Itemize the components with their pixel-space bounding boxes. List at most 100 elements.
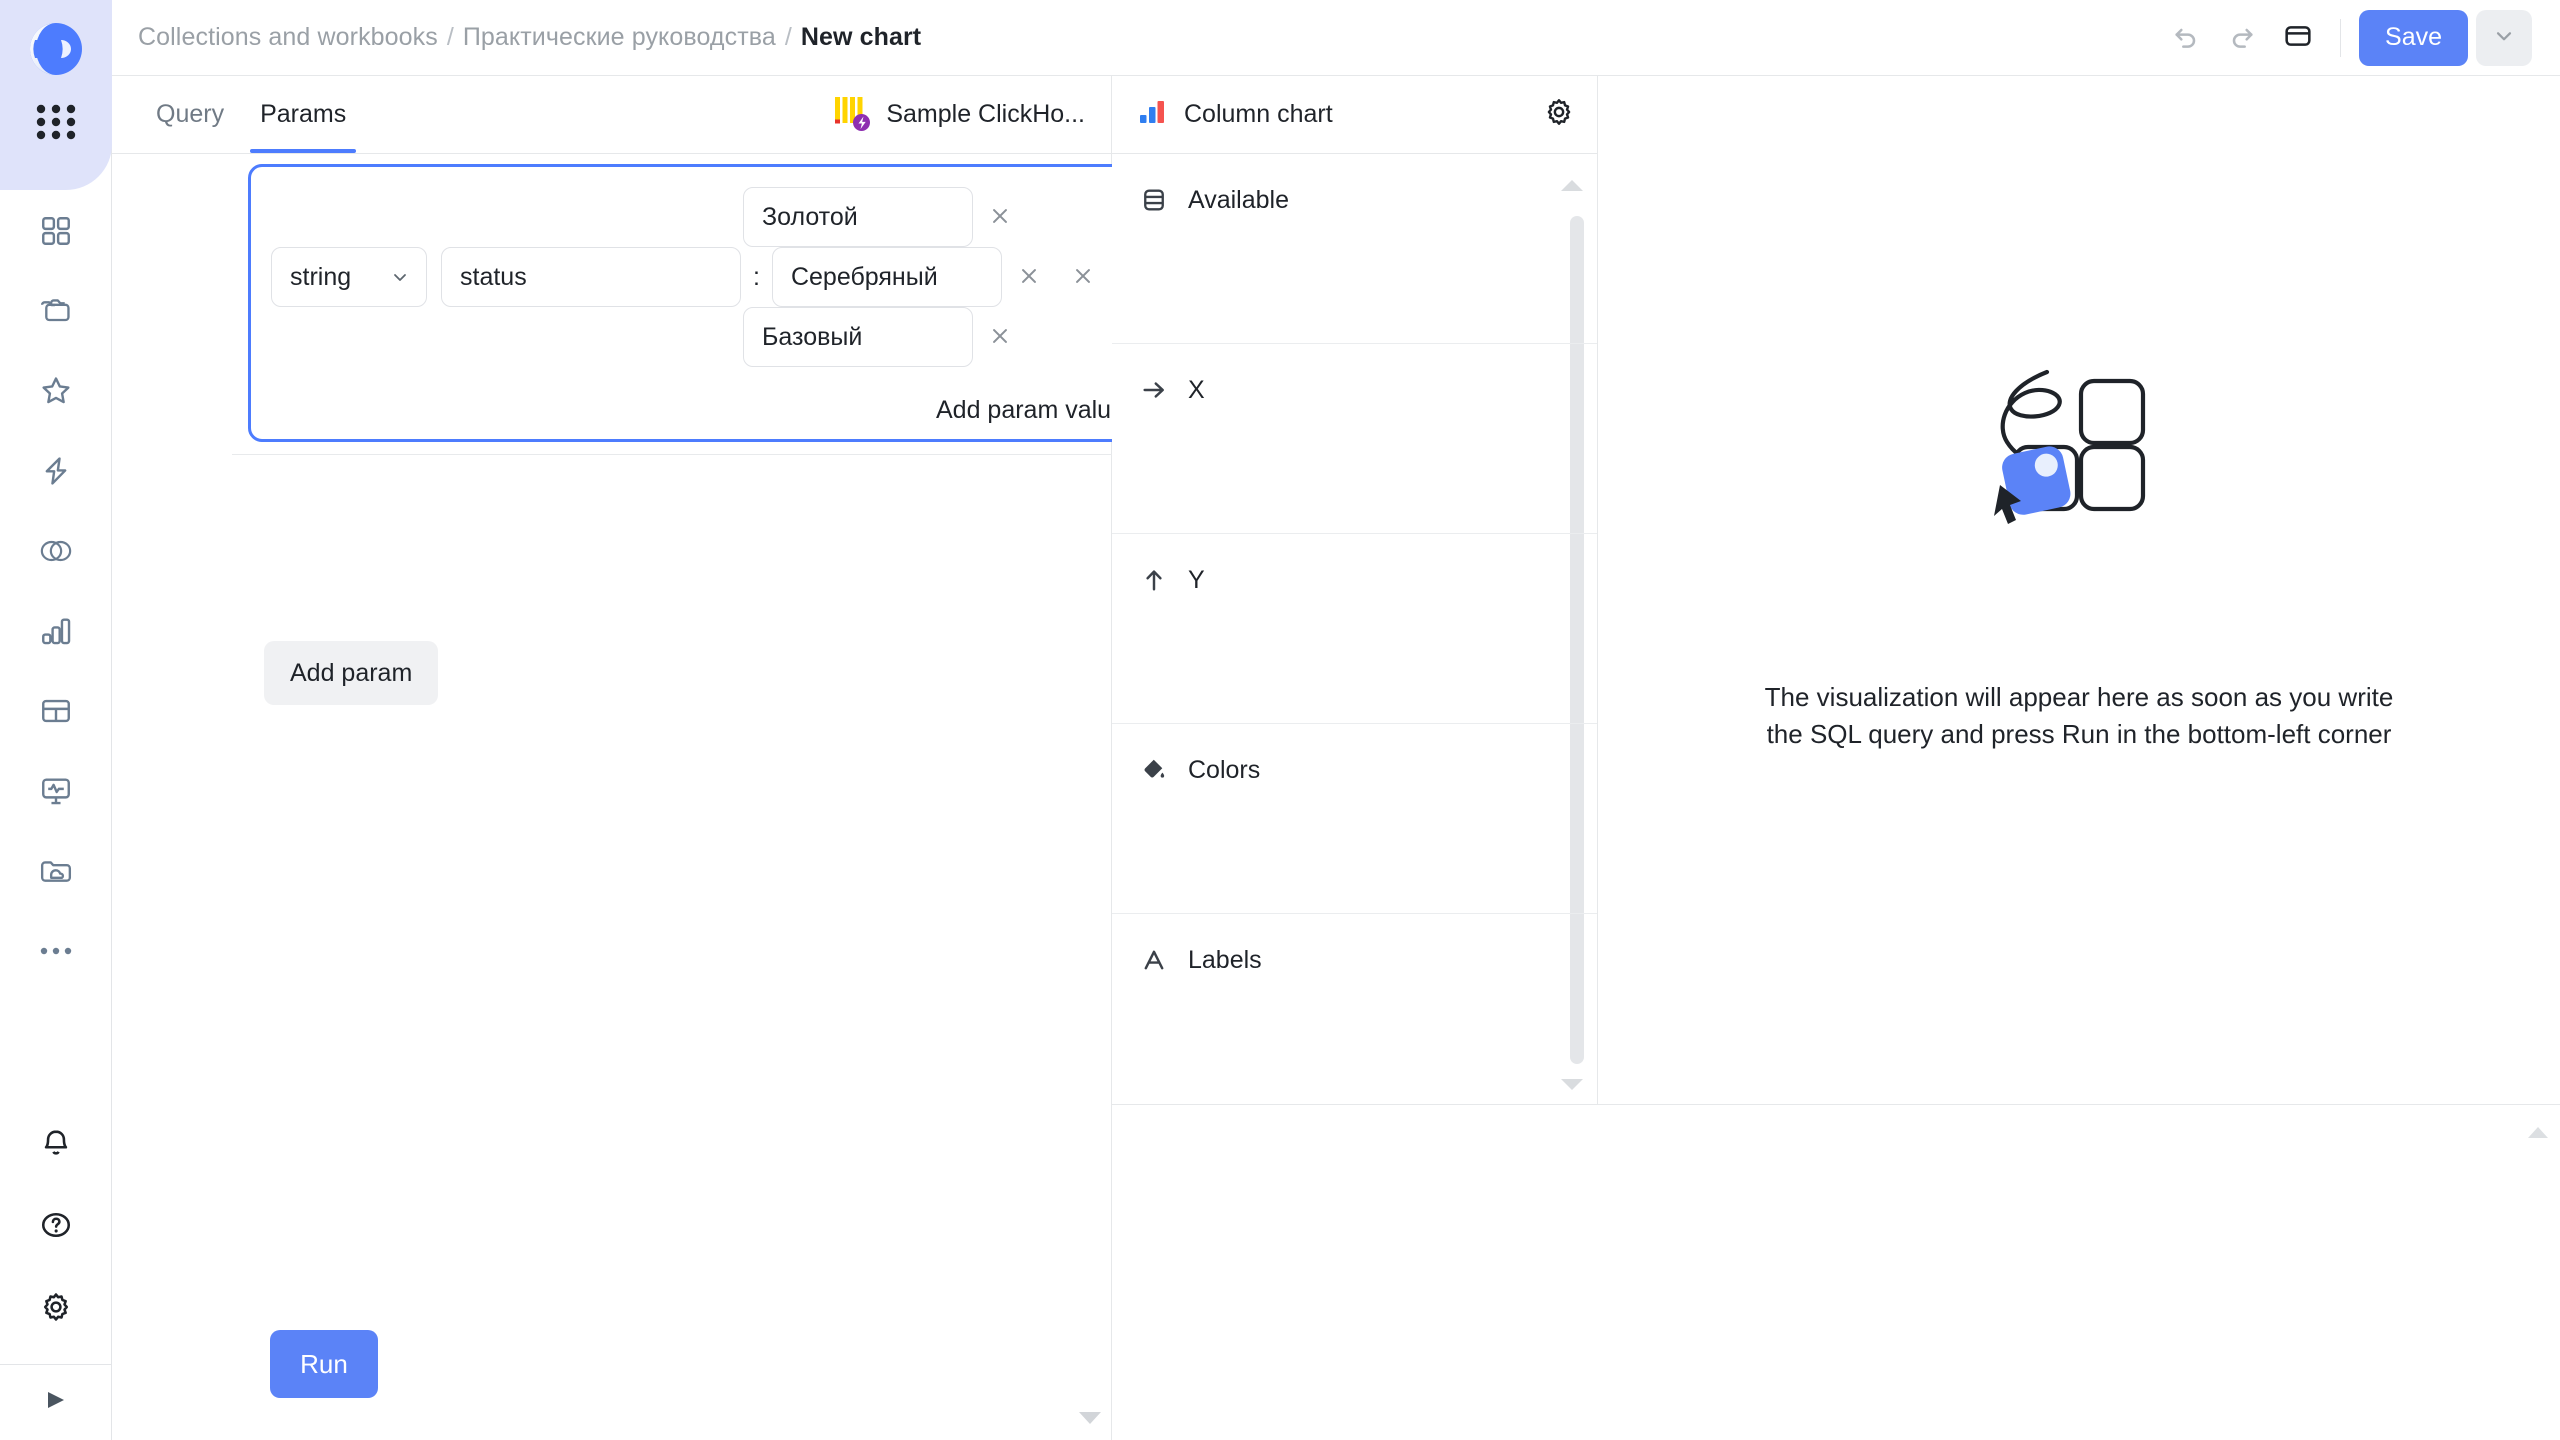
param-name-input[interactable]: status	[441, 247, 741, 307]
apps-grid-icon[interactable]	[26, 96, 86, 148]
ellipsis-icon	[39, 945, 73, 957]
sidebar-item-collections[interactable]	[25, 280, 87, 342]
arrow-right-icon	[1138, 376, 1170, 404]
param-value-input-2[interactable]: Серебряный	[771, 247, 1002, 307]
section-label: Labels	[1188, 945, 1262, 974]
body-split: Query Params Sample ClickHo... Золотой s…	[112, 76, 2560, 1440]
chart-type-label: Column chart	[1184, 100, 1333, 128]
section-labels[interactable]: Labels	[1112, 914, 1597, 1104]
undo-button[interactable]	[2158, 10, 2214, 66]
redo-arrow-icon	[2226, 20, 2258, 55]
question-circle-icon	[39, 1209, 73, 1241]
sidebar-item-monitoring[interactable]	[25, 760, 87, 822]
add-param-value-button[interactable]: Add param value	[936, 396, 1125, 425]
param-value-input-1[interactable]: Золотой	[743, 187, 973, 247]
chevron-down-icon	[2491, 23, 2517, 52]
dataset-fields-icon	[1138, 186, 1170, 214]
sidebar-item-notifications[interactable]	[25, 1112, 87, 1174]
run-button[interactable]: Run	[270, 1330, 378, 1398]
section-label: Available	[1188, 185, 1290, 214]
chart-preview-placeholder: The visualization will appear here as so…	[1598, 76, 2560, 1104]
redo-button[interactable]	[2214, 10, 2270, 66]
column-chart-icon	[1138, 98, 1168, 131]
sidebar-item-charts[interactable]	[25, 600, 87, 662]
lightning-icon	[39, 454, 73, 488]
sidebar-collapse-toggle[interactable]	[0, 1364, 112, 1440]
query-pane: Query Params Sample ClickHo... Золотой s…	[112, 76, 1172, 1440]
chart-type-header[interactable]: Column chart	[1112, 76, 1597, 154]
remove-param-value-button-3[interactable]	[973, 310, 1027, 364]
add-param-button[interactable]: Add param	[264, 641, 439, 705]
drag-tiles-illustration	[1969, 367, 2189, 567]
remove-param-button[interactable]	[1056, 250, 1110, 304]
param-value-row: Базовый	[743, 307, 1027, 367]
monitor-pulse-icon	[39, 775, 73, 807]
dashboards-grid-icon	[39, 214, 73, 248]
bottom-result-panel	[1112, 1104, 2560, 1440]
sidebar-item-tables[interactable]	[25, 680, 87, 742]
page-title: New chart	[800, 23, 922, 51]
tab-query[interactable]: Query	[138, 75, 242, 153]
sidebar-bottom-group	[25, 1092, 87, 1338]
section-label: X	[1188, 375, 1205, 404]
query-tabbar: Query Params Sample ClickHo...	[112, 76, 1111, 154]
sidebar-item-datasets[interactable]	[25, 520, 87, 582]
sidebar-item-help[interactable]	[25, 1194, 87, 1256]
param-list-divider	[232, 454, 1172, 455]
sidebar-item-connections[interactable]	[25, 440, 87, 502]
right-side: Column chart Available X Y Colors Labels…	[1112, 76, 2560, 1440]
remove-param-value-button-1[interactable]	[973, 190, 1027, 244]
clickhouse-logo-icon	[832, 91, 872, 138]
chart-settings-button[interactable]	[1543, 96, 1575, 133]
param-main-row: string status : Серебряный	[271, 247, 1110, 307]
save-dropdown-button[interactable]	[2476, 9, 2532, 66]
param-value-row: Золотой	[743, 187, 1027, 247]
top-header: Collections and workbooks / Практические…	[112, 0, 2560, 76]
sidebar-item-more[interactable]	[25, 920, 87, 982]
params-editor-body: Золотой string status: Серебряный Базов…	[112, 154, 1172, 1440]
bell-icon	[39, 1126, 73, 1160]
app-root: Collections and workbooks / Практические…	[0, 0, 2560, 1440]
breadcrumb-item-workbook[interactable]: Практические руководства	[463, 25, 776, 50]
section-label: Colors	[1188, 755, 1261, 784]
left-sidebar	[0, 0, 112, 1440]
param-type-select[interactable]: string	[271, 247, 427, 307]
section-y[interactable]: Y	[1112, 534, 1597, 724]
panel-layout-button[interactable]	[2270, 10, 2326, 66]
breadcrumb-separator: /	[446, 23, 454, 51]
section-label: Y	[1188, 565, 1205, 594]
sidebar-item-files[interactable]	[25, 840, 87, 902]
tab-params[interactable]: Params	[242, 75, 364, 153]
letter-a-icon	[1138, 946, 1170, 974]
param-value-input-3[interactable]: Базовый	[743, 307, 973, 367]
panel-layout-icon	[2282, 20, 2314, 55]
bar-chart-icon	[39, 615, 73, 647]
folder-cloud-icon	[38, 856, 74, 886]
param-separator: :	[753, 262, 760, 291]
paint-bucket-icon	[1138, 756, 1170, 784]
field-sections: Available X Y Colors Labels	[1112, 154, 1597, 1104]
connection-selector[interactable]: Sample ClickHo...	[832, 75, 1111, 153]
sidebar-item-dashboards[interactable]	[25, 200, 87, 262]
placeholder-text: The visualization will appear here as so…	[1765, 679, 2394, 753]
gear-icon	[39, 1290, 73, 1324]
play-triangle-icon	[41, 1387, 71, 1418]
chevron-down-icon	[388, 265, 412, 289]
section-colors[interactable]: Colors	[1112, 724, 1597, 914]
datalens-logo-icon[interactable]	[25, 18, 87, 80]
header-divider	[2340, 18, 2342, 57]
main-area: Collections and workbooks / Практические…	[112, 0, 2560, 1440]
scroll-up-arrow-icon[interactable]	[2528, 1127, 2548, 1138]
close-icon	[987, 323, 1013, 352]
sidebar-item-favorites[interactable]	[25, 360, 87, 422]
folders-icon	[38, 294, 74, 328]
breadcrumb: Collections and workbooks / Практические…	[138, 25, 921, 50]
remove-param-value-button-2[interactable]	[1002, 250, 1056, 304]
section-x[interactable]: X	[1112, 344, 1597, 534]
breadcrumb-item-collections[interactable]: Collections and workbooks	[138, 25, 438, 50]
save-button[interactable]: Save	[2359, 9, 2468, 66]
sidebar-item-settings[interactable]	[25, 1276, 87, 1338]
undo-arrow-icon	[2170, 20, 2202, 55]
scroll-down-arrow-icon[interactable]	[1079, 1412, 1101, 1424]
section-available[interactable]: Available	[1112, 154, 1597, 344]
